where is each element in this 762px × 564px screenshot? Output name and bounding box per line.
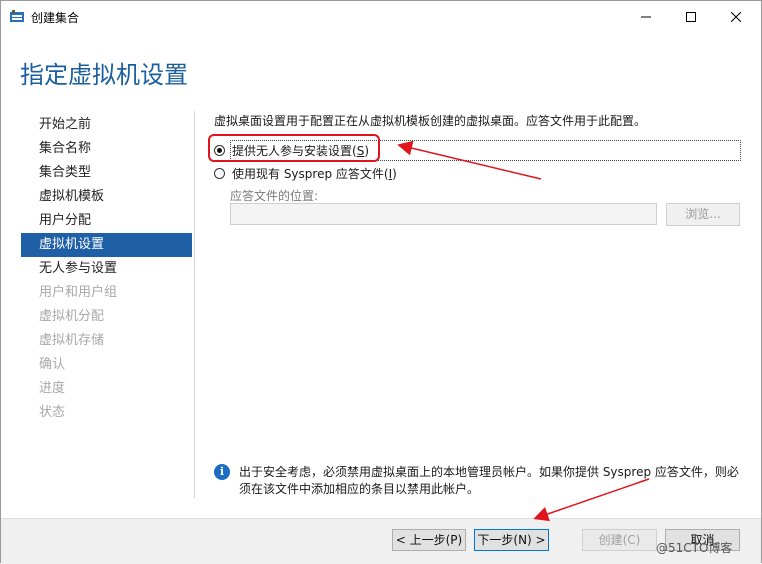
- create-button[interactable]: 创建(C): [582, 529, 657, 551]
- nav-item: 用户和用户组: [39, 285, 118, 300]
- radio-sysprep[interactable]: 使用现有 Sysprep 应答文件(I): [214, 165, 397, 182]
- browse-button[interactable]: 浏览...: [666, 203, 740, 226]
- server-manager-icon: [10, 10, 24, 22]
- nav-item[interactable]: 虚拟机设置: [21, 233, 192, 257]
- wizard-nav: 开始之前 集合名称 集合类型 虚拟机模板 用户分配 虚拟机设置 无人参与设置用户和用户组 虚拟…: [21, 113, 192, 425]
- watermark: @51CTO博客: [656, 541, 733, 555]
- maximize-button[interactable]: [668, 1, 714, 33]
- description-text: 虚拟桌面设置用于配置正在从虚拟机模板创建的虚拟桌面。应答文件用于此配置。: [214, 114, 647, 128]
- answer-file-input[interactable]: [230, 203, 657, 225]
- previous-button[interactable]: < 上一步(P): [392, 529, 466, 551]
- nav-item[interactable]: 集合类型: [21, 161, 192, 185]
- nav-item: 进度: [39, 381, 66, 396]
- nav-item[interactable]: 集合名称: [21, 137, 192, 161]
- nav-item[interactable]: 开始之前: [21, 113, 192, 137]
- page-title: 指定虚拟机设置: [20, 61, 188, 89]
- minimize-button[interactable]: [623, 1, 669, 33]
- nav-item[interactable]: 用户分配: [21, 209, 192, 233]
- nav-item[interactable]: 虚拟机模板: [21, 185, 192, 209]
- maximize-icon: [686, 12, 696, 22]
- nav-item: 确认: [39, 357, 66, 372]
- nav-item: 虚拟机分配: [39, 309, 105, 324]
- create-collection-dialog: 创建集合 指定虚拟机设置 开始之前 集合名称 集合类型 虚拟机模板 用户分配 虚拟机设置无…: [0, 0, 762, 564]
- answer-file-label: 应答文件的位置:: [230, 189, 319, 203]
- annotation-highlight: [208, 134, 380, 162]
- title-bar: 创建集合: [1, 1, 761, 33]
- close-button[interactable]: [713, 1, 759, 33]
- info-text: 出于安全考虑，必须禁用虚拟桌面上的本地管理员帐户。如果你提供 Sysprep 应…: [239, 465, 739, 496]
- radio-sysprep-label[interactable]: 使用现有 Sysprep 应答文件(I): [232, 165, 397, 182]
- nav-item: 状态: [39, 405, 66, 420]
- window-title: 创建集合: [31, 11, 80, 25]
- info-icon: i: [214, 464, 230, 480]
- minimize-icon: [641, 16, 651, 18]
- next-button[interactable]: 下一步(N) >: [474, 529, 549, 551]
- close-icon: [731, 12, 741, 22]
- nav-item: 虚拟机存储: [39, 333, 105, 348]
- radio-sysprep-indicator[interactable]: [214, 168, 225, 179]
- divider: [194, 111, 195, 498]
- nav-item[interactable]: 无人参与设置: [21, 257, 192, 281]
